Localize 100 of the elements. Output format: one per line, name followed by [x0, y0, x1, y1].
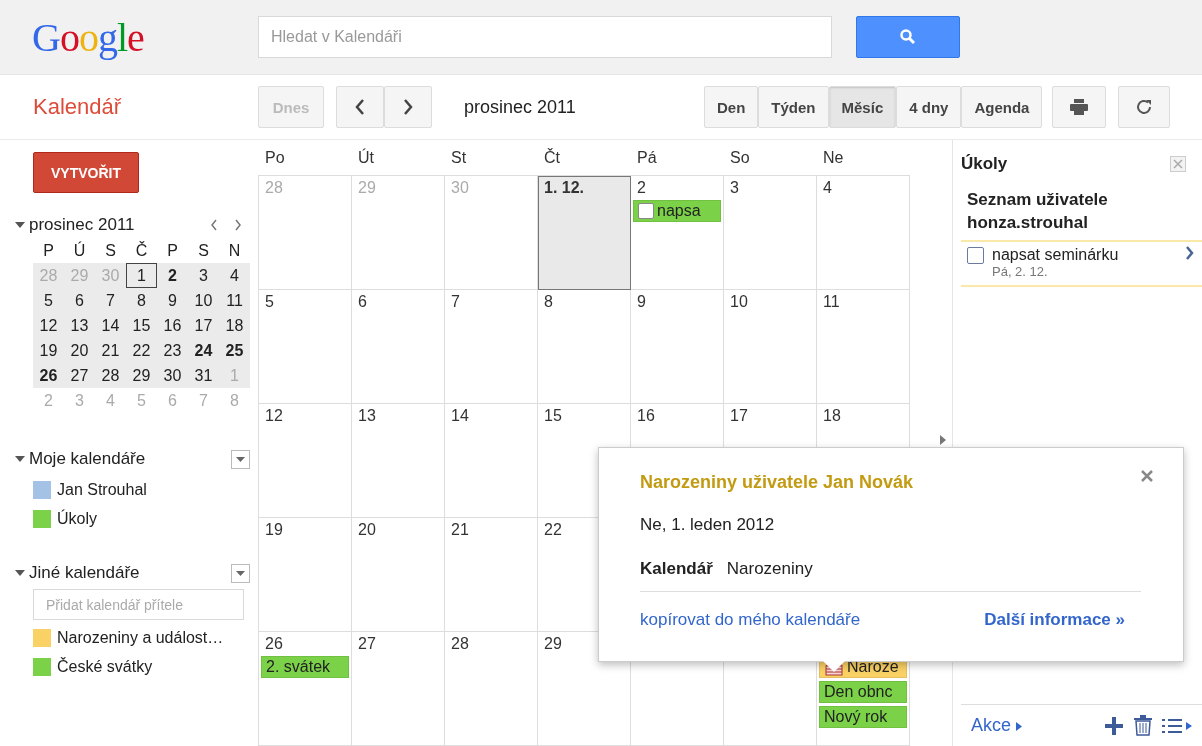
mini-calendar-day[interactable]: 20 [64, 338, 95, 363]
day-cell[interactable]: 1. 12. [538, 176, 631, 290]
mini-calendar-day[interactable]: 3 [188, 263, 219, 288]
section-title[interactable]: Moje kalendáře [29, 449, 231, 469]
mini-calendar-day[interactable]: 8 [126, 288, 157, 313]
actions-menu[interactable]: Akce [971, 715, 1094, 736]
day-cell[interactable]: 3 [724, 176, 817, 290]
task-chip[interactable]: napsa [633, 200, 721, 222]
caret-icon[interactable] [15, 570, 25, 576]
day-number: 9 [636, 293, 647, 311]
day-cell[interactable]: 21 [445, 518, 538, 632]
view-tab[interactable]: Den [704, 86, 759, 128]
mini-calendar-day[interactable]: 18 [219, 313, 250, 338]
day-cell[interactable]: 7 [445, 290, 538, 404]
event-chip[interactable]: Nový rok [819, 706, 907, 728]
event-chip[interactable]: 2. svátek [261, 656, 349, 678]
mini-calendar-day[interactable]: 28 [95, 363, 126, 388]
close-icon[interactable] [1141, 470, 1153, 482]
day-cell[interactable]: 13 [352, 404, 445, 518]
view-tab[interactable]: 4 dny [896, 86, 962, 128]
calendar-name[interactable]: České svátky [57, 657, 153, 676]
mini-calendar-day[interactable]: 4 [219, 263, 250, 288]
more-info-link[interactable]: Další informace » [984, 610, 1125, 630]
chevron-left-icon[interactable] [210, 219, 218, 231]
checkbox[interactable] [638, 203, 654, 219]
task-title[interactable]: napsat seminárku [992, 246, 1177, 264]
view-tab[interactable]: Měsíc [828, 86, 897, 128]
mini-calendar-day[interactable]: 21 [95, 338, 126, 363]
mini-calendar-day[interactable]: 2 [157, 263, 188, 288]
copy-link[interactable]: kopírovat do mého kalendáře [640, 610, 861, 630]
calendar-name[interactable]: Úkoly [57, 509, 97, 528]
view-tab[interactable]: Týden [758, 86, 829, 128]
mini-calendar-day[interactable]: 23 [157, 338, 188, 363]
day-number: 14 [450, 407, 470, 425]
dropdown-button[interactable] [231, 449, 250, 469]
mini-calendar-day[interactable]: 25 [219, 338, 250, 363]
mini-calendar-day[interactable]: 16 [157, 313, 188, 338]
print-button[interactable] [1052, 86, 1107, 128]
task-checkbox[interactable] [967, 247, 984, 264]
day-cell[interactable]: 28 [445, 632, 538, 746]
previous-button[interactable] [336, 86, 384, 128]
caret-icon[interactable] [15, 222, 25, 228]
mini-calendar-day[interactable]: 6 [64, 288, 95, 313]
caret-icon [236, 456, 245, 462]
mini-calendar-day[interactable]: 27 [64, 363, 95, 388]
dropdown-button[interactable] [231, 563, 250, 583]
day-cell[interactable]: 10 [724, 290, 817, 404]
day-cell[interactable]: 5 [259, 290, 352, 404]
mini-calendar-day[interactable]: 15 [126, 313, 157, 338]
day-cell[interactable]: 6 [352, 290, 445, 404]
day-cell[interactable]: 19 [259, 518, 352, 632]
list-icon[interactable] [1162, 717, 1192, 734]
calendar-name[interactable]: Jan Strouhal [57, 480, 147, 499]
mini-calendar-day[interactable]: 31 [188, 363, 219, 388]
mini-calendar-day[interactable]: 11 [219, 288, 250, 313]
mini-calendar-day[interactable]: 5 [33, 288, 64, 313]
plus-icon[interactable] [1104, 715, 1124, 736]
search-field[interactable]: Hledat v Kalendáři [258, 16, 832, 58]
day-number: 1. 12. [543, 179, 586, 197]
expand-arrow-icon[interactable] [940, 435, 946, 445]
mini-calendar-day[interactable]: 12 [33, 313, 64, 338]
search-button[interactable] [856, 16, 960, 58]
next-button[interactable] [384, 86, 432, 128]
section-title[interactable]: Jiné kalendáře [29, 563, 231, 583]
day-cell[interactable]: 20 [352, 518, 445, 632]
chevron-right-icon[interactable] [1185, 246, 1194, 260]
day-cell[interactable]: 27 [352, 632, 445, 746]
mini-calendar-day[interactable]: 29 [126, 363, 157, 388]
mini-calendar-day[interactable]: 14 [95, 313, 126, 338]
mini-calendar-day[interactable]: 7 [95, 288, 126, 313]
mini-calendar-day[interactable]: 26 [33, 363, 64, 388]
day-cell[interactable]: 8 [538, 290, 631, 404]
create-button[interactable]: VYTVOŘIT [33, 152, 139, 193]
day-cell[interactable]: 12 [259, 404, 352, 518]
day-cell[interactable]: 4 [817, 176, 910, 290]
mini-calendar-day[interactable]: 22 [126, 338, 157, 363]
mini-calendar-day[interactable]: 9 [157, 288, 188, 313]
refresh-button[interactable] [1118, 86, 1171, 128]
day-cell[interactable]: 9 [631, 290, 724, 404]
caret-icon[interactable] [15, 456, 25, 462]
day-cell[interactable]: 26 2. svátek [259, 632, 352, 746]
day-cell[interactable]: 2 napsa [631, 176, 724, 290]
day-number: 19 [264, 521, 284, 539]
google-logo[interactable]: Google [0, 13, 258, 61]
tasks-title: Úkoly [961, 154, 1008, 174]
mini-calendar-day[interactable]: 13 [64, 313, 95, 338]
view-tab[interactable]: Agenda [961, 86, 1043, 128]
mini-calendar-day[interactable]: 1 [126, 263, 157, 288]
mini-calendar-day[interactable]: 30 [157, 363, 188, 388]
add-calendar-field[interactable]: Přidat kalendář přítele [33, 589, 244, 620]
calendar-name[interactable]: Narozeniny a událost… [57, 628, 224, 647]
mini-calendar-day[interactable]: 17 [188, 313, 219, 338]
event-chip[interactable]: Den obnc [819, 681, 907, 703]
mini-calendar-day[interactable]: 19 [33, 338, 64, 363]
mini-calendar-day[interactable]: 24 [188, 338, 219, 363]
chevron-right-icon[interactable] [234, 219, 242, 231]
mini-calendar-day[interactable]: 10 [188, 288, 219, 313]
day-cell[interactable]: 14 [445, 404, 538, 518]
trash-icon[interactable] [1134, 715, 1152, 736]
day-cell[interactable]: 11 [817, 290, 910, 404]
